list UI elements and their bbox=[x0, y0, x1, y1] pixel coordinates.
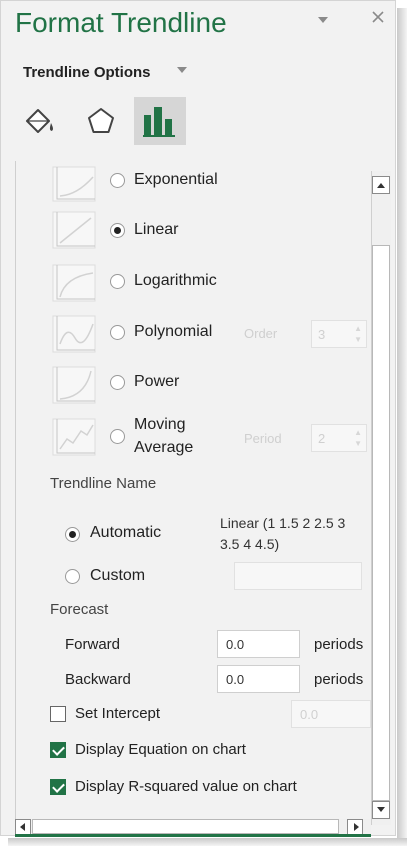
label-moving: Moving bbox=[134, 416, 186, 433]
backward-input[interactable]: 0.0 bbox=[217, 665, 300, 693]
close-icon bbox=[372, 11, 384, 23]
scroll-right-button[interactable] bbox=[347, 819, 363, 835]
horizontal-scroll-thumb[interactable] bbox=[32, 819, 339, 834]
set-intercept-checkbox[interactable] bbox=[50, 706, 66, 722]
label-average: Average bbox=[134, 439, 194, 456]
radio-power[interactable] bbox=[110, 375, 125, 390]
pane-shadow-bottom bbox=[8, 838, 407, 846]
pentagon-icon bbox=[88, 108, 114, 133]
arrow-up-icon bbox=[377, 183, 385, 188]
automatic-name-value-line1: Linear (1 1.5 2 2.5 3 bbox=[220, 515, 346, 531]
custom-name-input[interactable] bbox=[234, 562, 362, 590]
label-set-intercept: Set Intercept bbox=[75, 705, 161, 722]
intercept-input[interactable]: 0.0 bbox=[291, 700, 371, 728]
spin-down-icon[interactable]: ▼ bbox=[354, 335, 362, 344]
pane-title: Format Trendline bbox=[15, 7, 227, 38]
radio-linear[interactable] bbox=[110, 223, 125, 238]
tab-trendline-options[interactable] bbox=[134, 97, 186, 145]
pane-bottom-accent bbox=[15, 834, 371, 837]
display-equation-checkbox[interactable] bbox=[50, 742, 66, 758]
paint-bucket-icon bbox=[26, 109, 53, 133]
radio-logarithmic[interactable] bbox=[110, 274, 125, 289]
display-r-squared-checkbox[interactable] bbox=[50, 779, 66, 795]
dropdown-caret-icon bbox=[318, 17, 328, 23]
trendline-options-dropdown[interactable]: Trendline Options bbox=[23, 64, 151, 81]
pane-shadow-right bbox=[397, 8, 407, 840]
scroll-up-button[interactable] bbox=[372, 176, 390, 194]
radio-moving-average[interactable] bbox=[110, 429, 125, 444]
radio-custom-name[interactable] bbox=[65, 569, 80, 584]
arrow-right-icon bbox=[354, 823, 359, 831]
label-polynomial: Polynomial bbox=[134, 323, 213, 340]
label-display-r-squared: Display R-squared value on chart bbox=[75, 778, 297, 795]
bar-chart-icon bbox=[143, 107, 175, 137]
label-logarithmic: Logarithmic bbox=[134, 272, 217, 289]
moving-average-thumbnail-icon bbox=[52, 418, 96, 456]
label-automatic: Automatic bbox=[90, 524, 162, 541]
period-value: 2 bbox=[318, 431, 326, 446]
radio-automatic-name[interactable] bbox=[65, 527, 80, 542]
label-forward: Forward bbox=[65, 636, 121, 653]
polynomial-thumbnail-icon bbox=[52, 315, 96, 353]
close-button[interactable] bbox=[371, 9, 385, 29]
tab-fill-line[interactable] bbox=[21, 103, 57, 139]
label-custom: Custom bbox=[90, 567, 146, 584]
spin-up-icon[interactable]: ▲ bbox=[354, 428, 362, 437]
arrow-down-icon bbox=[377, 807, 385, 812]
spin-down-icon[interactable]: ▼ bbox=[354, 439, 362, 448]
radio-exponential[interactable] bbox=[110, 173, 125, 188]
linear-thumbnail-icon bbox=[52, 211, 96, 249]
logarithmic-thumbnail-icon bbox=[52, 264, 96, 302]
section-trendline-name: Trendline Name bbox=[50, 475, 157, 492]
period-label: Period bbox=[244, 431, 282, 446]
automatic-name-value-line2: 3.5 4 4.5) bbox=[220, 536, 280, 552]
forward-input[interactable]: 0.0 bbox=[217, 630, 300, 658]
period-spinner[interactable]: 2 ▲ ▼ bbox=[311, 424, 367, 452]
forward-unit: periods bbox=[314, 636, 364, 653]
backward-unit: periods bbox=[314, 671, 364, 688]
trendline-options-caret[interactable] bbox=[176, 65, 188, 78]
spin-up-icon[interactable]: ▲ bbox=[354, 324, 362, 333]
power-thumbnail-icon bbox=[52, 366, 96, 404]
order-label: Order bbox=[244, 326, 278, 341]
task-pane-options-button[interactable] bbox=[317, 11, 329, 31]
section-forecast: Forecast bbox=[50, 601, 109, 618]
label-linear: Linear bbox=[134, 221, 179, 238]
tab-effects[interactable] bbox=[83, 103, 119, 139]
label-display-equation: Display Equation on chart bbox=[75, 741, 246, 758]
label-exponential: Exponential bbox=[134, 171, 218, 188]
chevron-down-icon bbox=[177, 67, 187, 73]
order-value: 3 bbox=[318, 327, 326, 342]
label-power: Power bbox=[134, 373, 180, 390]
format-trendline-pane: Format Trendline Trendline Options Expon… bbox=[0, 0, 396, 837]
radio-polynomial[interactable] bbox=[110, 325, 125, 340]
label-backward: Backward bbox=[65, 671, 131, 688]
order-spinner[interactable]: 3 ▲ ▼ bbox=[311, 320, 367, 348]
scroll-down-button[interactable] bbox=[372, 801, 390, 819]
scroll-left-button[interactable] bbox=[15, 819, 31, 835]
vertical-scroll-thumb[interactable] bbox=[372, 245, 390, 801]
arrow-left-icon bbox=[20, 823, 25, 831]
exponential-thumbnail-icon bbox=[52, 166, 96, 202]
